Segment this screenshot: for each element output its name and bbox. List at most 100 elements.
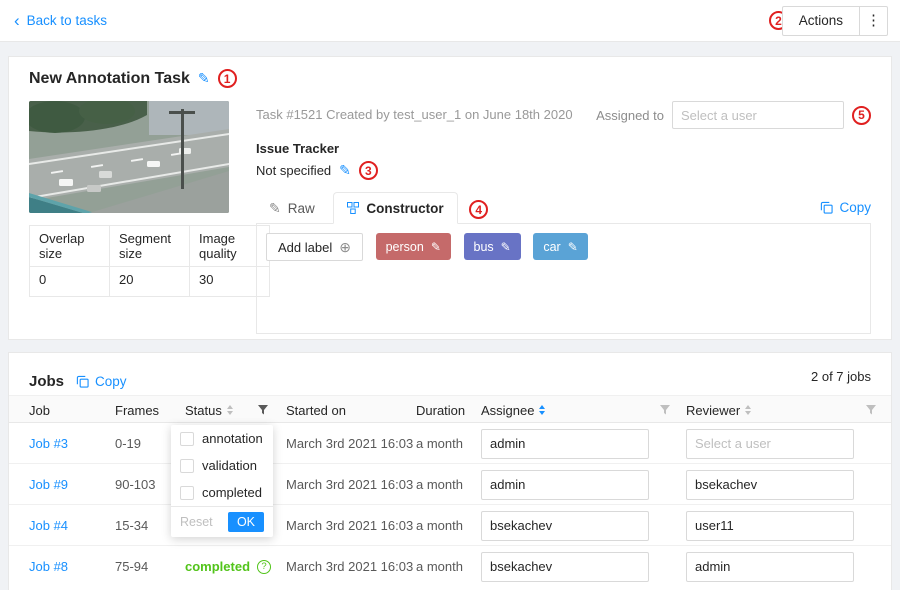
- task-params-table: Overlap size Segment size Image quality …: [29, 225, 270, 297]
- task-meta: Task #1521 Created by test_user_1 on Jun…: [256, 107, 573, 122]
- filter-option-validation-label: validation: [202, 458, 257, 473]
- copy-jobs-link[interactable]: Copy: [76, 365, 127, 397]
- reviewer-sort-icon[interactable]: [745, 405, 751, 415]
- col-frames[interactable]: Frames: [115, 396, 159, 424]
- duration-value: a month: [416, 505, 463, 546]
- status-filter-icon[interactable]: [257, 396, 269, 424]
- edit-label-car-icon[interactable]: ✎: [568, 240, 578, 254]
- assignee-sort-icon[interactable]: [539, 405, 545, 415]
- col-duration[interactable]: Duration: [416, 396, 465, 424]
- task-title: New Annotation Task: [29, 70, 190, 88]
- job-9-link[interactable]: Job #9: [29, 477, 68, 492]
- label-person-name: person: [386, 240, 424, 254]
- edit-label-person-icon[interactable]: ✎: [431, 240, 441, 254]
- traffic-scene-illustration: [29, 101, 229, 213]
- frames-value: 0-19: [115, 423, 141, 464]
- status-sort-icon[interactable]: [227, 405, 233, 415]
- job-row-9: Job #9 90-103 March 3rd 2021 16:03 a mon…: [9, 464, 891, 505]
- raw-edit-icon: ✎: [269, 200, 281, 217]
- status-filter-dropdown: annotation validation completed Reset OK: [171, 425, 273, 537]
- assignee-filter-icon[interactable]: [659, 396, 671, 424]
- assignee-input[interactable]: [481, 552, 649, 582]
- back-to-tasks-link[interactable]: ‹Back to tasks: [14, 0, 107, 42]
- label-bus-name: bus: [474, 240, 494, 254]
- annotation-badge-5: 5: [852, 106, 871, 125]
- jobs-table-header: Job Frames Status Started on Duration As…: [9, 395, 891, 423]
- duration-value: a month: [416, 546, 463, 587]
- annotation-badge-3: 3: [359, 161, 378, 180]
- tab-raw-label: Raw: [288, 201, 315, 216]
- task-preview-image: [29, 101, 229, 213]
- job-4-link[interactable]: Job #4: [29, 518, 68, 533]
- filter-option-annotation-label: annotation: [202, 431, 263, 446]
- copy-labels-link[interactable]: Copy: [820, 191, 871, 223]
- frames-value: 90-103: [115, 464, 155, 505]
- label-tag-car[interactable]: car ✎: [533, 233, 587, 260]
- col-reviewer[interactable]: Reviewer: [686, 396, 751, 424]
- assignee-input[interactable]: [481, 429, 649, 459]
- reviewer-input[interactable]: [686, 429, 854, 459]
- reviewer-input[interactable]: [686, 470, 854, 500]
- job-row-4: Job #4 15-34 March 3rd 2021 16:03 a mont…: [9, 505, 891, 546]
- assignee-input[interactable]: [481, 511, 649, 541]
- assigned-to-group: Assigned to 5: [596, 101, 871, 129]
- started-value: March 3rd 2021 16:03: [286, 505, 413, 546]
- labels-constructor-area: Add label ⊕ person ✎ bus ✎ car ✎: [256, 224, 871, 334]
- col-status[interactable]: Status: [185, 396, 233, 424]
- checkbox-completed[interactable]: [180, 486, 194, 500]
- jobs-card: Jobs Copy 2 of 7 jobs Job Frames Status …: [8, 352, 892, 590]
- issue-tracker-value: Not specified: [256, 163, 331, 178]
- started-value: March 3rd 2021 16:03: [286, 423, 413, 464]
- started-value: March 3rd 2021 16:03: [286, 464, 413, 505]
- edit-label-bus-icon[interactable]: ✎: [501, 240, 511, 254]
- annotation-badge-1: 1: [218, 69, 237, 88]
- duration-value: a month: [416, 423, 463, 464]
- copy-labels-label: Copy: [839, 200, 871, 215]
- started-value: March 3rd 2021 16:03: [286, 546, 413, 587]
- actions-button[interactable]: Actions: [783, 7, 859, 35]
- chevron-left-icon: ‹: [14, 11, 20, 30]
- job-row-3: Job #3 0-19 March 3rd 2021 16:03 a month: [9, 423, 891, 464]
- filter-ok-button[interactable]: OK: [228, 512, 264, 532]
- edit-issue-tracker-icon[interactable]: ✎: [339, 162, 351, 179]
- question-circle-icon[interactable]: ?: [257, 560, 271, 574]
- assigned-to-input[interactable]: [672, 101, 844, 129]
- top-bar: ‹Back to tasks 2 Actions ⋮: [0, 0, 900, 42]
- tab-raw[interactable]: ✎ Raw: [256, 193, 328, 225]
- task-details-card: New Annotation Task ✎ 1: [8, 56, 892, 340]
- filter-option-completed[interactable]: completed: [171, 479, 273, 506]
- annotation-badge-4: 4: [469, 200, 488, 219]
- add-label-button[interactable]: Add label ⊕: [266, 233, 363, 261]
- checkbox-validation[interactable]: [180, 459, 194, 473]
- reviewer-filter-icon[interactable]: [865, 396, 877, 424]
- reviewer-input[interactable]: [686, 552, 854, 582]
- col-job[interactable]: Job: [29, 396, 50, 424]
- tab-constructor[interactable]: Constructor: [333, 192, 457, 224]
- checkbox-annotation[interactable]: [180, 432, 194, 446]
- param-value-overlap: 0: [30, 267, 110, 297]
- label-car-name: car: [543, 240, 560, 254]
- copy-jobs-label: Copy: [95, 374, 127, 389]
- col-assignee[interactable]: Assignee: [481, 396, 545, 424]
- assignee-input[interactable]: [481, 470, 649, 500]
- frames-value: 75-94: [115, 546, 148, 587]
- label-tag-person[interactable]: person ✎: [376, 233, 451, 260]
- reviewer-input[interactable]: [686, 511, 854, 541]
- filter-reset-button[interactable]: Reset: [180, 515, 213, 529]
- constructor-icon: [347, 202, 359, 214]
- filter-option-annotation[interactable]: annotation: [171, 425, 273, 452]
- edit-title-icon[interactable]: ✎: [198, 70, 210, 87]
- task-title-row: New Annotation Task ✎ 1: [29, 69, 237, 88]
- issue-tracker-row: Not specified ✎ 3: [256, 161, 378, 180]
- param-header-segment: Segment size: [110, 226, 190, 267]
- more-menu-icon[interactable]: ⋮: [859, 7, 887, 35]
- labels-tabs: ✎ Raw Constructor 4 Copy: [256, 191, 871, 224]
- copy-icon: [76, 375, 89, 388]
- duration-value: a month: [416, 464, 463, 505]
- job-8-link[interactable]: Job #8: [29, 559, 68, 574]
- label-tag-bus[interactable]: bus ✎: [464, 233, 521, 260]
- issue-tracker-label: Issue Tracker: [256, 141, 339, 156]
- col-started[interactable]: Started on: [286, 396, 346, 424]
- filter-option-validation[interactable]: validation: [171, 452, 273, 479]
- job-3-link[interactable]: Job #3: [29, 436, 68, 451]
